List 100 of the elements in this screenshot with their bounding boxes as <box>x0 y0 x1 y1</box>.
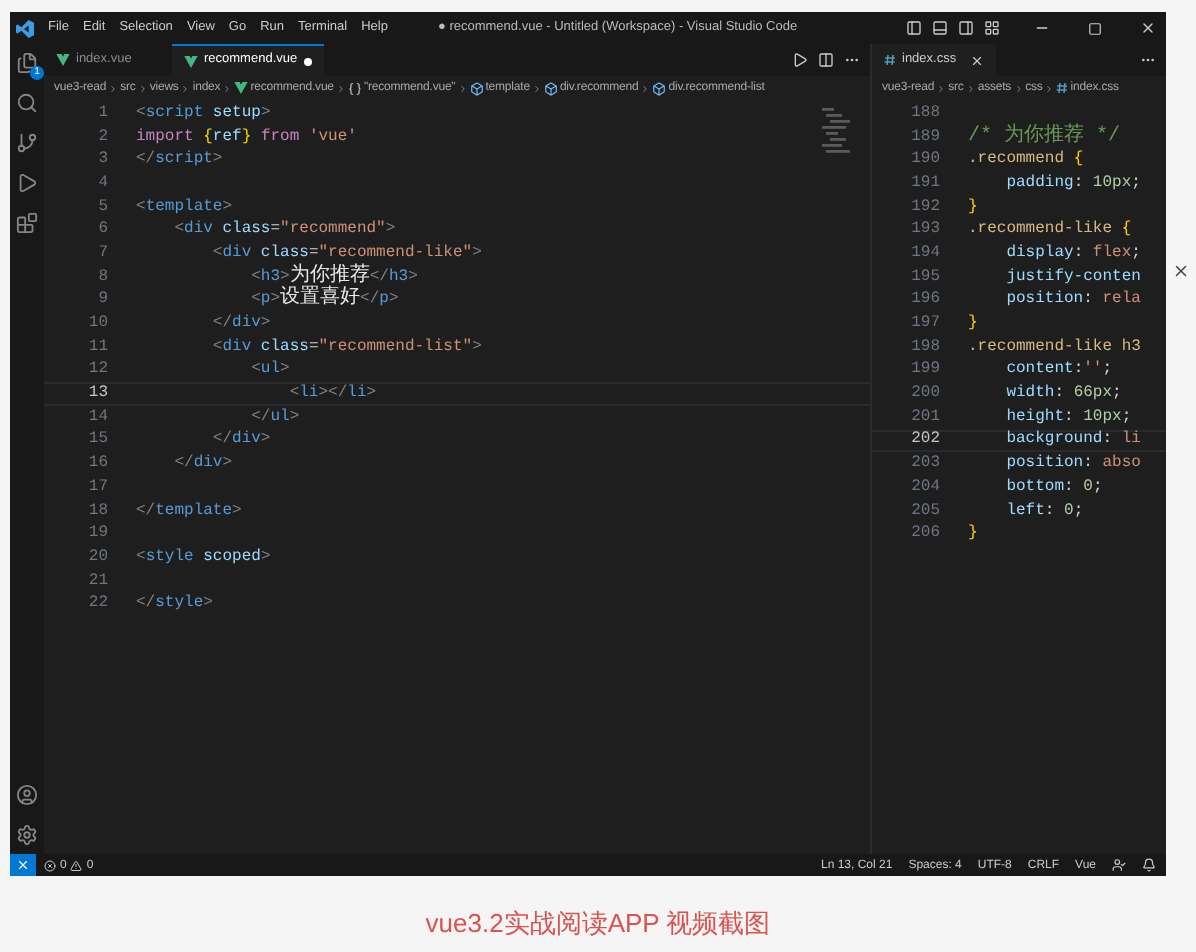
blocks-icon[interactable] <box>16 212 38 234</box>
code-line: .recommend { <box>966 152 1084 169</box>
sidebar-toggle-icon[interactable] <box>906 20 922 36</box>
caption: vue3.2实战阅读APP 视频截图 <box>425 910 771 936</box>
code-line: width: 66px; <box>1004 386 1122 403</box>
cube-icon <box>469 81 484 95</box>
code-line: display: flex; <box>1004 245 1141 262</box>
line-number: 192 <box>909 199 940 216</box>
settings-icon[interactable] <box>16 824 38 846</box>
code-line: <ul> <box>249 362 290 379</box>
code-line: background: li <box>1004 432 1141 449</box>
layout-icon[interactable] <box>984 20 1000 36</box>
chevron-icon <box>1044 83 1055 93</box>
close-icon[interactable] <box>1172 262 1190 280</box>
code-line: </style> <box>134 596 213 613</box>
code-line: height: 10px; <box>1004 409 1132 426</box>
line-number: 3 <box>96 152 108 169</box>
code-line: </template> <box>134 503 242 520</box>
minimap-drawing <box>822 104 850 156</box>
chevron-icon <box>335 83 346 93</box>
run-icon[interactable] <box>792 52 808 68</box>
chevron-icon <box>965 83 976 93</box>
code-line: <div class="recommend-list"> <box>210 339 482 356</box>
line-number: 14 <box>86 409 108 426</box>
line-number: 10 <box>86 316 108 333</box>
warning-icon <box>70 859 83 871</box>
code-line: <template> <box>134 199 233 216</box>
line-number: 189 <box>909 129 940 146</box>
line-number: 17 <box>86 479 108 496</box>
line-number: 195 <box>909 269 940 286</box>
line-number: 204 <box>909 479 940 496</box>
code-line: left: 0; <box>1004 503 1084 520</box>
maximize-icon[interactable] <box>1088 21 1102 35</box>
code-line: <script setup> <box>134 105 271 122</box>
chevron-icon <box>936 83 947 93</box>
line-number: 15 <box>86 432 108 449</box>
error-icon <box>44 859 56 871</box>
code-line: position: rela <box>1004 292 1141 309</box>
code-line: </ul> <box>249 409 300 426</box>
vue-icon <box>234 82 249 94</box>
line-number: 9 <box>96 292 108 309</box>
hash-icon <box>884 54 896 66</box>
code-line: </div> <box>172 456 233 473</box>
remote-button[interactable] <box>10 854 36 876</box>
line-number: 199 <box>909 362 940 379</box>
line-number: 198 <box>909 339 940 356</box>
code-line: bottom: 0; <box>1004 479 1103 496</box>
code-line: <li></li> <box>287 386 377 403</box>
code-line: content:''; <box>1004 362 1113 379</box>
line-number: 202 <box>909 432 940 449</box>
vue-icon <box>184 55 198 67</box>
code-line: </script> <box>134 152 223 169</box>
code-line: </div> <box>210 316 271 333</box>
code-line: padding: 10px; <box>1004 175 1141 192</box>
code-line: .recommend-like h3 <box>966 339 1141 356</box>
person-icon[interactable] <box>1112 858 1126 872</box>
line-number: 194 <box>909 245 940 262</box>
cube-icon <box>652 81 667 95</box>
line-number: 6 <box>96 222 108 239</box>
chevron-icon <box>640 83 651 93</box>
line-number: 193 <box>909 222 940 239</box>
split-editor-icon[interactable] <box>818 52 834 68</box>
line-number: 21 <box>86 573 108 590</box>
line-number: 197 <box>909 316 940 333</box>
bell-icon[interactable] <box>1142 858 1156 872</box>
chevron-icon <box>137 83 148 93</box>
line-number: 13 <box>86 386 108 403</box>
line-number: 190 <box>909 152 940 169</box>
line-number: 203 <box>909 456 940 473</box>
line-number: 5 <box>96 199 108 216</box>
code-line: <div class="recommend"> <box>172 222 396 239</box>
line-number: 22 <box>86 596 108 613</box>
play-icon[interactable] <box>16 172 38 194</box>
code-line: .recommend-like { <box>966 222 1132 239</box>
code-line: <style scoped> <box>134 549 271 566</box>
account-icon[interactable] <box>16 784 38 806</box>
files-icon[interactable] <box>16 52 38 74</box>
code-line: /* 为你推荐 */ <box>966 127 1121 148</box>
chevron-icon <box>457 83 468 93</box>
code-line: } <box>966 199 978 216</box>
line-number: 196 <box>909 292 940 309</box>
chevron-icon <box>108 83 119 93</box>
secondary-sidebar-icon[interactable] <box>958 20 974 36</box>
code-line: </div> <box>210 432 271 449</box>
line-number: 1 <box>96 105 108 122</box>
code-line: <div class="recommend-like"> <box>210 245 482 262</box>
line-number: 8 <box>96 269 108 286</box>
code-line: position: abso <box>1004 456 1141 473</box>
line-number: 18 <box>86 503 108 520</box>
braces-icon <box>347 81 362 95</box>
code-line: <p>设置喜好</p> <box>249 290 399 311</box>
line-number: 191 <box>909 175 940 192</box>
panel-toggle-icon[interactable] <box>932 20 948 36</box>
code-line: justify-conten <box>1004 269 1141 286</box>
search-icon[interactable] <box>16 92 38 114</box>
line-number: 11 <box>86 339 108 356</box>
hash-icon <box>1056 82 1069 94</box>
chevron-icon <box>180 83 191 93</box>
branch-icon[interactable] <box>16 132 38 154</box>
line-number: 20 <box>86 549 108 566</box>
